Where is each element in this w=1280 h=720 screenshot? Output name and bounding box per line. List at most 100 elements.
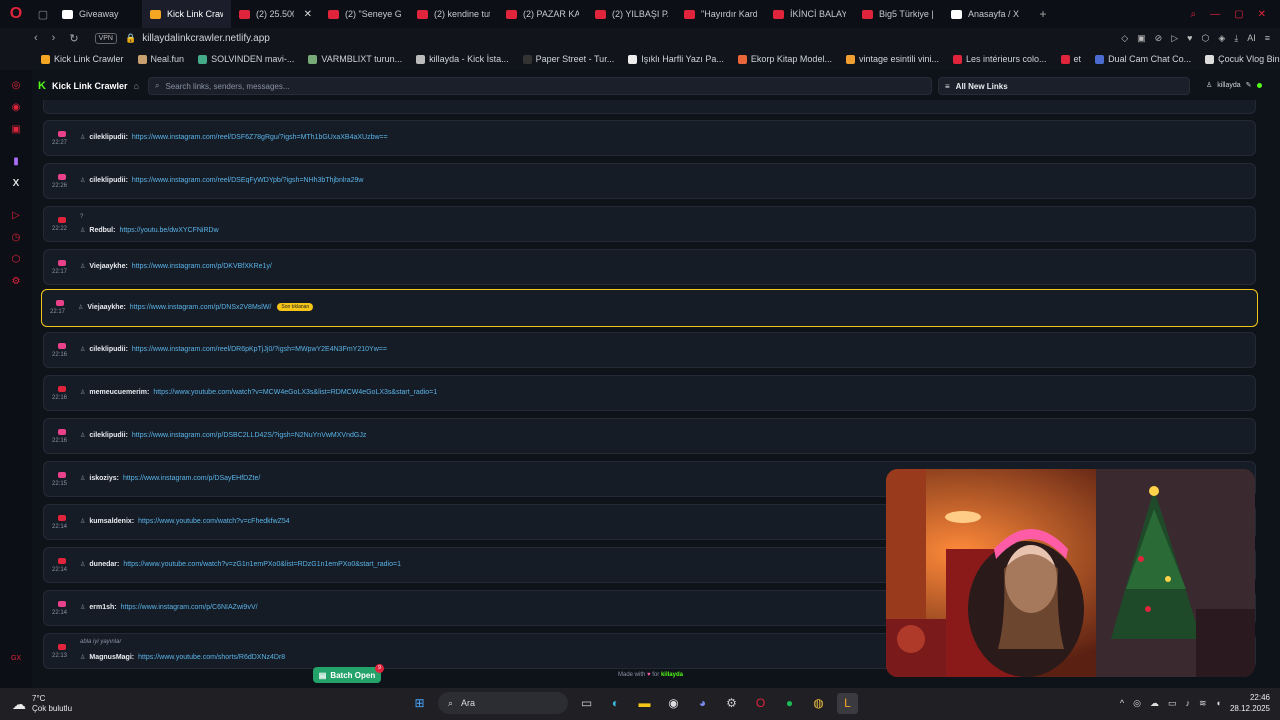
bookmark-item[interactable]: SOLVINDEN mavi-... [191, 54, 301, 64]
network-icon[interactable]: ▭ [1168, 698, 1177, 709]
lock-icon[interactable]: 🔒 [125, 33, 136, 44]
messenger-icon[interactable]: ◉ [0, 96, 32, 118]
bookmark-item[interactable]: Neal.fun [131, 54, 192, 64]
list-item[interactable]: 22:26 ♙ cileklipudii: https://www.instagram… [43, 163, 1256, 199]
user-badge[interactable]: ♙ killayda ✎ [1206, 81, 1262, 89]
tab-10[interactable]: Anasayfa / X [943, 0, 1032, 28]
tab-4[interactable]: (2) kendine tuta... [409, 0, 498, 28]
edge-icon[interactable]: ◐ [605, 693, 626, 714]
list-item[interactable]: 22:16 ♙ cileklipudii: https://www.instagram… [43, 418, 1256, 454]
taskbar-search[interactable]: ⌕ Ara [438, 692, 568, 714]
tab-6[interactable]: (2) YILBAŞI PA... [587, 0, 676, 28]
forward-icon[interactable]: › [52, 32, 56, 45]
instagram-icon[interactable]: ▣ [0, 118, 32, 140]
list-item[interactable]: 22:22? ♙ Redbul: https://youtu.be/dwXYCFNiR… [43, 206, 1256, 242]
wifi-icon[interactable]: ≋ [1199, 698, 1207, 709]
tab-7[interactable]: "Hayırdır Karde... [676, 0, 765, 28]
link-url[interactable]: https://youtu.be/dwXYCFNiRDw [119, 227, 218, 234]
settings-icon[interactable]: ⚙ [0, 270, 32, 292]
bookmark-item[interactable]: Kick Link Crawler [34, 54, 131, 64]
tab-3[interactable]: (2) "Seneye Go... [320, 0, 409, 28]
download-icon[interactable]: ⤓ [1234, 33, 1238, 44]
link-filter-select[interactable]: ≡ All New Links [938, 77, 1190, 95]
pin-icon[interactable]: ⌂ [133, 81, 138, 91]
list-item[interactable]: 22:17 ♙ Viejaaykhe: https://www.instagram.c… [41, 289, 1258, 327]
link-url[interactable]: https://www.instagram.com/reel/DSF6Z78gR… [132, 134, 388, 141]
link-url[interactable]: https://www.instagram.com/p/DSayEHfDZte/ [123, 475, 260, 482]
twitch-icon[interactable]: ▮ [0, 150, 32, 172]
link-url[interactable]: https://www.instagram.com/reel/DSEqFyWDY… [132, 177, 364, 184]
tab-0[interactable]: Giveaway [54, 0, 142, 28]
task-view-icon[interactable]: ▭ [576, 693, 597, 714]
link-url[interactable]: https://www.youtube.com/watch?v=cFhedkfw… [138, 518, 290, 525]
gx-icon[interactable]: GX [0, 655, 32, 662]
player-sidebar-icon[interactable]: ▷ [0, 204, 32, 226]
vpn-badge[interactable]: VPN [94, 32, 117, 44]
volume-icon[interactable]: ◖ [1216, 698, 1221, 708]
weather-widget[interactable]: ☁ 7°C Çok bulutlu [0, 694, 72, 714]
app-icon[interactable]: ⚙ [721, 693, 742, 714]
reload-icon[interactable]: ↻ [69, 32, 78, 45]
cloud-tray-icon[interactable]: ☁ [1150, 698, 1159, 709]
search-tabs-icon[interactable]: ⌕ [1191, 9, 1197, 20]
heart-icon[interactable]: ♥ [1187, 33, 1192, 44]
start-icon[interactable]: ⊞ [409, 693, 430, 714]
bookmark-item[interactable]: Paper Street - Tur... [516, 54, 622, 64]
opera-logo-icon[interactable]: O [0, 0, 32, 28]
discord-icon[interactable]: ◕ [692, 693, 713, 714]
link-url[interactable]: https://www.instagram.com/p/DKVBfXKRe1y/ [132, 263, 272, 270]
minimize-icon[interactable]: — [1210, 9, 1220, 20]
steam-icon[interactable]: ◉ [663, 693, 684, 714]
aria-icon[interactable]: ◎ [0, 74, 32, 96]
batch-open-button[interactable]: ▤ Batch Open [313, 667, 381, 683]
maximize-icon[interactable]: ▢ [1234, 9, 1243, 20]
bookmark-item[interactable]: Çocuk Vlog Bingosu [1198, 54, 1280, 64]
list-item[interactable]: 22:17 ♙ Viejaaykhe: https://www.instagram.c… [43, 249, 1256, 285]
back-icon[interactable]: ‹ [34, 32, 38, 45]
app-l-icon[interactable]: L [837, 692, 858, 714]
link-url[interactable]: https://www.youtube.com/watch?v=MCW4eGoL… [153, 389, 437, 396]
snapshot-icon[interactable]: ▣ [1137, 33, 1146, 44]
chrome-icon[interactable]: ◍ [808, 693, 829, 714]
x-icon[interactable]: X [0, 172, 32, 194]
spotify-icon[interactable]: ● [779, 693, 800, 714]
tab-8[interactable]: İKİNCİ BALAYIM... [765, 0, 854, 28]
bookmark-item[interactable]: Dual Cam Chat Co... [1088, 54, 1198, 64]
tab-close-icon[interactable]: ✕ [304, 9, 312, 20]
player-icon[interactable]: ▷ [1171, 33, 1178, 44]
tab-1[interactable]: Kick Link Crawler [142, 0, 231, 28]
link-url[interactable]: https://www.instagram.com/p/DNSx2V8MslW/ [130, 304, 272, 311]
bookmark-item[interactable]: vintage esintili vini... [839, 54, 946, 64]
menu-icon[interactable]: ≡ [1265, 33, 1270, 44]
link-url[interactable]: https://www.instagram.com/reel/DR6pKpTjJ… [132, 346, 387, 353]
list-item[interactable]: 22:16 ♙ memeucuemerim: https://www.youtube.… [43, 375, 1256, 411]
adblock-icon[interactable]: ⊘ [1155, 33, 1163, 44]
bookmark-item[interactable]: killayda - Kick İsta... [409, 54, 516, 64]
mic-icon[interactable]: ♪ [1185, 698, 1190, 708]
url-field[interactable]: killaydalinkcrawler.netlify.app [142, 33, 270, 44]
link-url[interactable]: https://www.youtube.com/shorts/R6dDXNz4D… [138, 654, 285, 661]
wallet-icon[interactable]: ◈ [1218, 33, 1225, 44]
tray-app-icon[interactable]: ◎ [1133, 698, 1141, 709]
opera-gx-icon[interactable]: O [750, 693, 771, 714]
bookmark-item[interactable]: et [1054, 54, 1089, 64]
new-tab-icon[interactable]: + [1032, 7, 1054, 21]
list-item[interactable]: 22:27 ♙ cileklipudii: https://www.instagram… [43, 120, 1256, 156]
history-icon[interactable]: ◷ [0, 226, 32, 248]
clock[interactable]: 22:46 28.12.2025 [1230, 692, 1270, 714]
explorer-icon[interactable]: ▬ [634, 693, 655, 714]
tab-9[interactable]: Big5 Türkiye | H... [854, 0, 943, 28]
workspaces-icon[interactable]: ▢ [32, 8, 54, 21]
bookmark-item[interactable]: VARMBLIXT turun... [301, 54, 409, 64]
bookmark-icon[interactable]: ◇ [1121, 33, 1128, 44]
list-item[interactable]: 22:16 ♙ cileklipudii: https://www.instagram… [43, 332, 1256, 368]
ai-button[interactable]: AI [1247, 33, 1256, 44]
extensions-icon[interactable]: ⬡ [1201, 33, 1209, 44]
link-url[interactable]: https://www.instagram.com/p/C6NIAZwi9vV/ [121, 604, 258, 611]
bookmark-item[interactable]: Les intérieurs colo... [946, 54, 1054, 64]
extensions-sidebar-icon[interactable]: ⬡ [0, 248, 32, 270]
bookmark-item[interactable]: Ekorp Kitap Model... [731, 54, 839, 64]
link-url[interactable]: https://www.instagram.com/p/DSBC2LLD42S/… [132, 432, 366, 439]
tab-2[interactable]: (2) 25.500... ✕ [231, 0, 320, 28]
close-window-icon[interactable]: ✕ [1258, 9, 1266, 20]
